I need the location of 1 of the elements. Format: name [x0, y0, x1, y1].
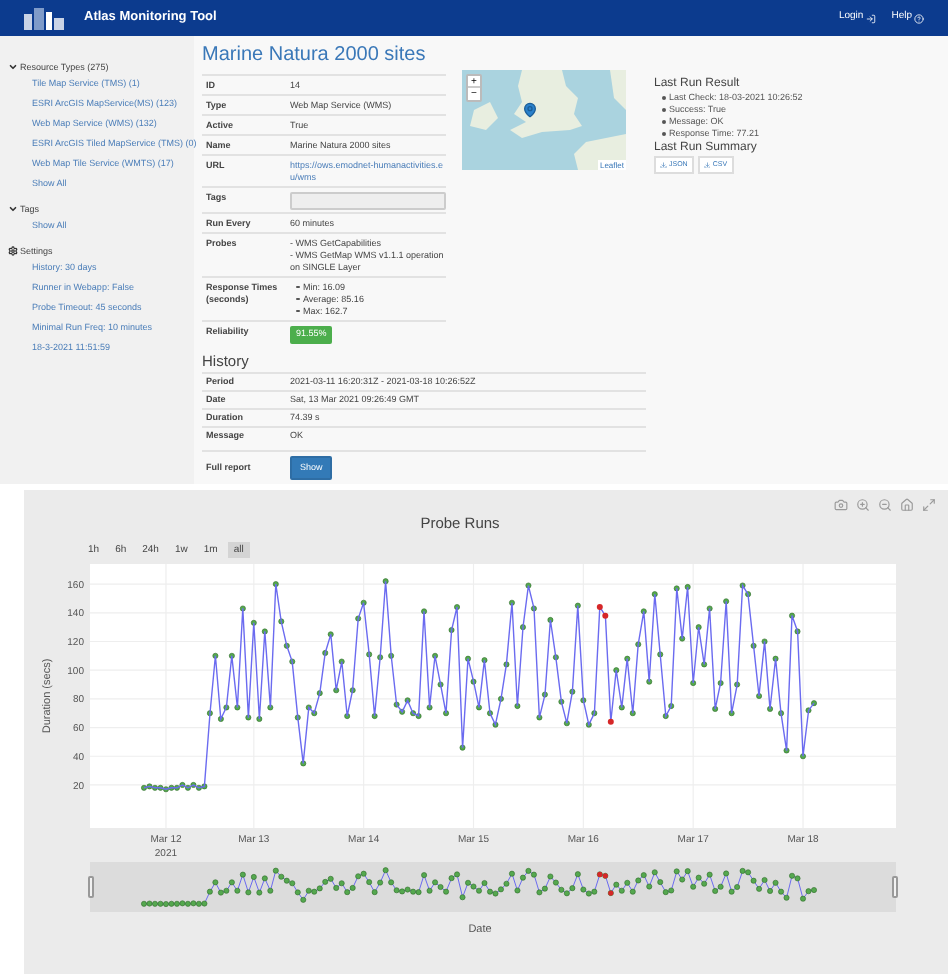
page-title: Marine Natura 2000 sites — [202, 44, 428, 68]
